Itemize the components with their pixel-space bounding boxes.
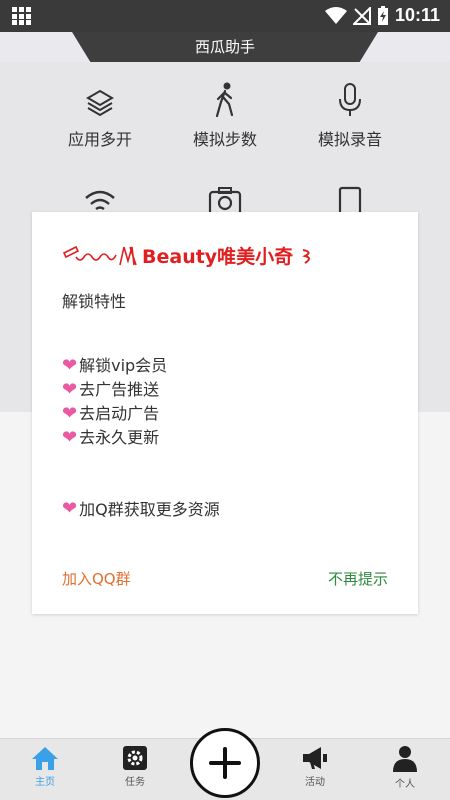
app-grid-icon — [12, 7, 31, 25]
walking-icon — [215, 82, 234, 118]
gear-icon — [123, 746, 147, 770]
nav-label: 个人 — [395, 779, 415, 790]
nav-item-tasks[interactable]: 任务 — [100, 745, 170, 788]
battery-charging-icon — [377, 5, 388, 25]
layers-icon — [86, 89, 114, 117]
nav-label: 任务 — [125, 777, 145, 788]
person-icon — [393, 746, 417, 772]
feature-text: 解锁vip会员 — [79, 356, 168, 375]
grid-item-label: 模拟步数 — [192, 130, 257, 149]
list-item: ❤ 去广告推送 — [62, 378, 167, 402]
join-qq-group-button[interactable]: 加入QQ群 — [62, 568, 131, 589]
nav-label: 主页 — [35, 777, 55, 788]
feature-text: 去永久更新 — [79, 428, 160, 447]
feature-text: 去广告推送 — [79, 380, 160, 399]
feature-text: 去启动广告 — [79, 404, 160, 423]
dialog-title-text: Beauty唯美小奇 — [142, 246, 294, 268]
heart-icon: ❤ — [62, 497, 78, 519]
title-bar: 西瓜助手 — [0, 32, 450, 62]
feature-list: ❤ 解锁vip会员 ❤ 去广告推送 ❤ 去启动广告 ❤ 去永久更新 — [62, 354, 167, 450]
extra-note-text: 加Q群获取更多资源 — [79, 500, 220, 519]
grid-item-label: 模拟录音 — [317, 130, 382, 149]
heart-icon: ❤ — [62, 355, 78, 376]
plus-icon — [209, 747, 241, 779]
list-item: ❤ 去永久更新 — [62, 426, 167, 450]
page-title: 西瓜助手 — [194, 38, 255, 56]
grid-item-recording[interactable]: 模拟录音 — [275, 82, 425, 150]
nav-label: 活动 — [305, 777, 325, 788]
dialog-title: Beauty唯美小奇 — [62, 242, 317, 269]
no-signal-icon — [352, 6, 371, 25]
list-item: ❤ 去启动广告 — [62, 402, 167, 426]
home-icon — [32, 747, 58, 770]
heart-icon: ❤ — [62, 427, 78, 448]
status-bar: 10:11 — [0, 0, 450, 32]
extra-note: ❤ 加Q群获取更多资源 — [62, 496, 220, 520]
decorative-squiggle-icon — [302, 248, 311, 264]
heart-icon: ❤ — [62, 403, 78, 424]
nav-item-activity[interactable]: 活动 — [280, 745, 350, 788]
dont-show-again-button[interactable]: 不再提示 — [328, 568, 388, 589]
dialog-subtitle: 解锁特性 — [62, 292, 127, 311]
microphone-icon — [339, 83, 361, 116]
pen-signature-icon — [62, 245, 137, 265]
clock-time: 10:11 — [394, 5, 440, 25]
add-button[interactable] — [190, 728, 260, 798]
list-item: ❤ 解锁vip会员 — [62, 354, 167, 378]
grid-item-label: 应用多开 — [67, 130, 132, 149]
nav-item-profile[interactable]: 个人 — [370, 745, 440, 790]
heart-icon: ❤ — [62, 379, 78, 400]
promo-dialog: Beauty唯美小奇 解锁特性 ❤ 解锁vip会员 ❤ 去广告推送 ❤ 去启动广告 ❤… — [32, 212, 418, 614]
megaphone-icon — [303, 747, 327, 769]
nav-item-home[interactable]: 主页 — [10, 745, 80, 788]
wifi-signal-icon — [324, 6, 347, 24]
